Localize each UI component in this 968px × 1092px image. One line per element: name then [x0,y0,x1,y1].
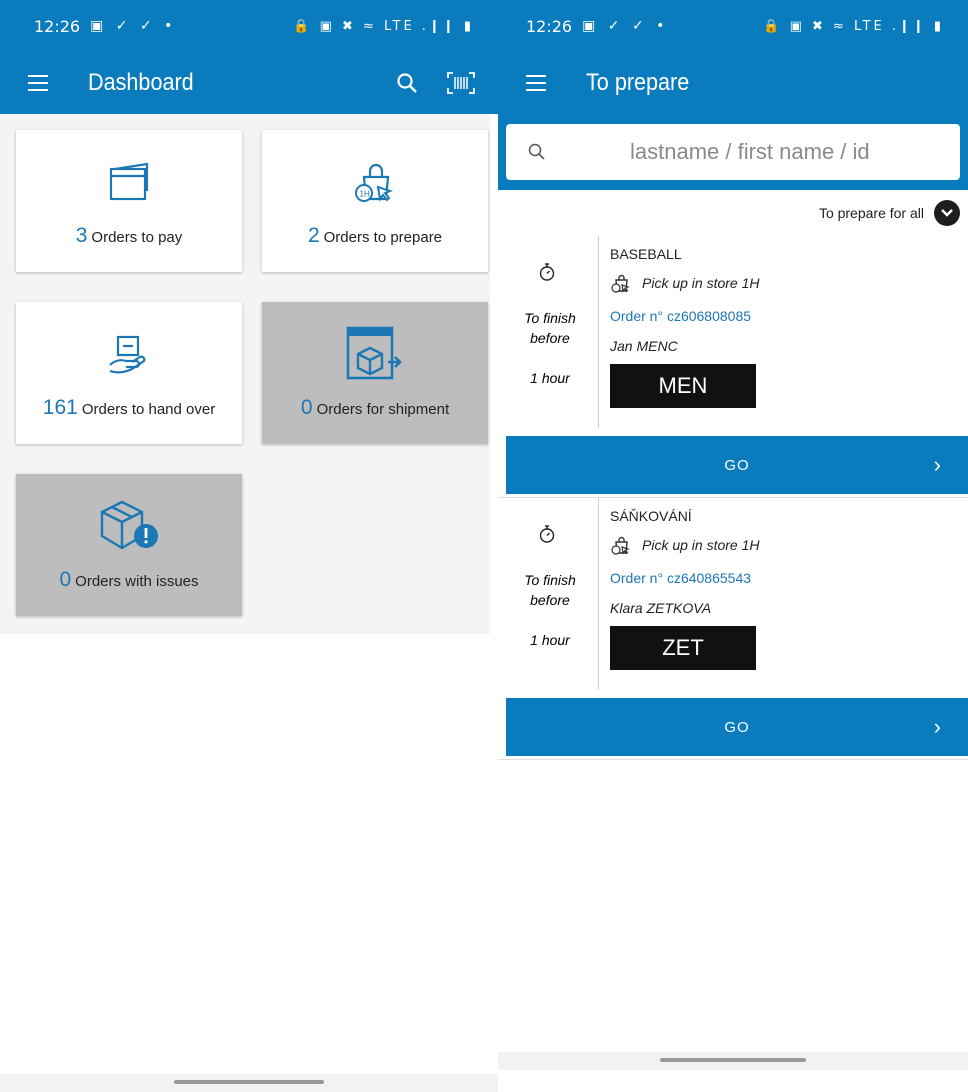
svg-text:1H: 1H [360,190,370,199]
status-time: 12:26 [526,16,573,36]
filter-label: To prepare for all [818,205,924,221]
card-orders-to-pay[interactable]: 3 Orders to pay [16,130,242,272]
label-orders-with-issues: Orders with issues [75,573,199,590]
label-orders-to-prepare: Orders to prepare [323,229,443,246]
system-status-icons: 🔒 ▣ ✖ ≈ LTE .❙❙ ▮ [293,18,474,34]
notification-icons: ▣ ✓ ✓ • [582,18,669,34]
hand-over-icon [106,326,152,382]
redacted-block: ZET [610,626,756,670]
chevron-right-icon: › [933,452,942,477]
chevron-right-icon: › [933,714,942,739]
stopwatch-icon [539,263,555,281]
page-title: To prepare [586,69,690,96]
barcode-scan-icon[interactable] [446,71,476,95]
order-department: BASEBALL [610,246,682,262]
order-details: BASEBALL Pick up in store 1H Order n° cz… [610,246,760,354]
app-bar: Dashboard [0,52,498,114]
app-bar: To prepare [498,52,968,114]
hamburger-menu-icon[interactable] [28,75,48,91]
label-orders-to-hand-over: Orders to hand over [81,401,216,418]
go-label: GO [724,718,750,736]
home-indicator[interactable] [0,1074,498,1092]
pickup-method: Pick up in store 1H [610,272,760,294]
time-remaining: 1 hour [530,370,570,386]
label-orders-for-shipment: Orders for shipment [316,401,450,418]
count-orders-to-pay: 3 [75,224,88,247]
divider [598,236,599,428]
pickup-label: Pick up in store 1H [642,275,760,291]
redacted-block: MEN [610,364,756,408]
divider [598,498,599,690]
customer-name: Jan MENC [610,338,678,354]
order-card: To finish before 1 hour BASEBALL Pick up … [498,236,968,498]
system-status-icons: 🔒 ▣ ✖ ≈ LTE .❙❙ ▮ [763,18,944,34]
card-orders-to-prepare[interactable]: 1H 2 Orders to prepare [262,130,488,272]
dashboard-grid: 3 Orders to pay 1H 2 Orders to prepare 161… [0,114,490,634]
store-pickup-icon [611,536,630,555]
order-details: SÁŇKOVÁNÍ Pick up in store 1H Order n° c… [610,508,760,616]
to-prepare-screen: 12:26 ▣ ✓ ✓ • 🔒 ▣ ✖ ≈ LTE .❙❙ ▮ To prepa… [498,0,968,1092]
box-issue-icon [96,498,162,554]
label-orders-to-pay: Orders to pay [91,229,183,246]
page-title: Dashboard [88,69,194,96]
hamburger-menu-icon[interactable] [526,75,546,91]
home-indicator[interactable] [498,1052,968,1070]
chevron-down-icon[interactable] [934,200,960,226]
pickup-method: Pick up in store 1H [610,534,760,556]
count-orders-to-hand-over: 161 [42,396,78,419]
card-orders-for-shipment[interactable]: 0 Orders for shipment [262,302,488,444]
status-bar: 12:26 ▣ ✓ ✓ • 🔒 ▣ ✖ ≈ LTE .❙❙ ▮ [498,0,968,52]
go-label: GO [724,456,750,474]
notification-icons: ▣ ✓ ✓ • [90,18,177,34]
wallet-icon [107,154,151,210]
time-remaining: 1 hour [530,632,570,648]
dashboard-screen: 12:26 ▣ ✓ ✓ • 🔒 ▣ ✖ ≈ LTE .❙❙ ▮ Dashboar… [0,0,498,1092]
order-department: SÁŇKOVÁNÍ [610,508,692,524]
finish-before-label: To finish before [524,310,576,346]
finish-before-label: To finish before [524,572,576,608]
count-orders-to-prepare: 2 [307,224,320,247]
go-button[interactable]: GO › [506,436,968,494]
card-orders-to-hand-over[interactable]: 161 Orders to hand over [16,302,242,444]
store-bag-1h-icon: 1H [350,154,400,210]
count-orders-with-issues: 0 [59,568,72,591]
status-time: 12:26 [34,16,81,36]
search-box [506,124,960,180]
order-number: Order n° cz640865543 [610,570,752,586]
status-bar: 12:26 ▣ ✓ ✓ • 🔒 ▣ ✖ ≈ LTE .❙❙ ▮ [0,0,498,52]
go-button[interactable]: GO › [506,698,968,756]
store-pickup-icon [611,274,630,293]
order-number: Order n° cz606808085 [610,308,752,324]
count-orders-for-shipment: 0 [300,396,313,419]
search-icon[interactable] [396,72,418,94]
prepare-filter[interactable]: To prepare for all [498,190,968,236]
customer-name: Klara ZETKOVA [610,600,712,616]
search-area [498,114,968,190]
card-orders-with-issues[interactable]: 0 Orders with issues [16,474,242,616]
pickup-label: Pick up in store 1H [642,537,760,553]
stopwatch-icon [539,525,555,543]
search-input[interactable] [546,139,960,165]
shipment-box-icon [344,326,406,382]
search-icon [528,143,545,160]
order-card: To finish before 1 hour SÁŇKOVÁNÍ Pick up… [498,498,968,760]
